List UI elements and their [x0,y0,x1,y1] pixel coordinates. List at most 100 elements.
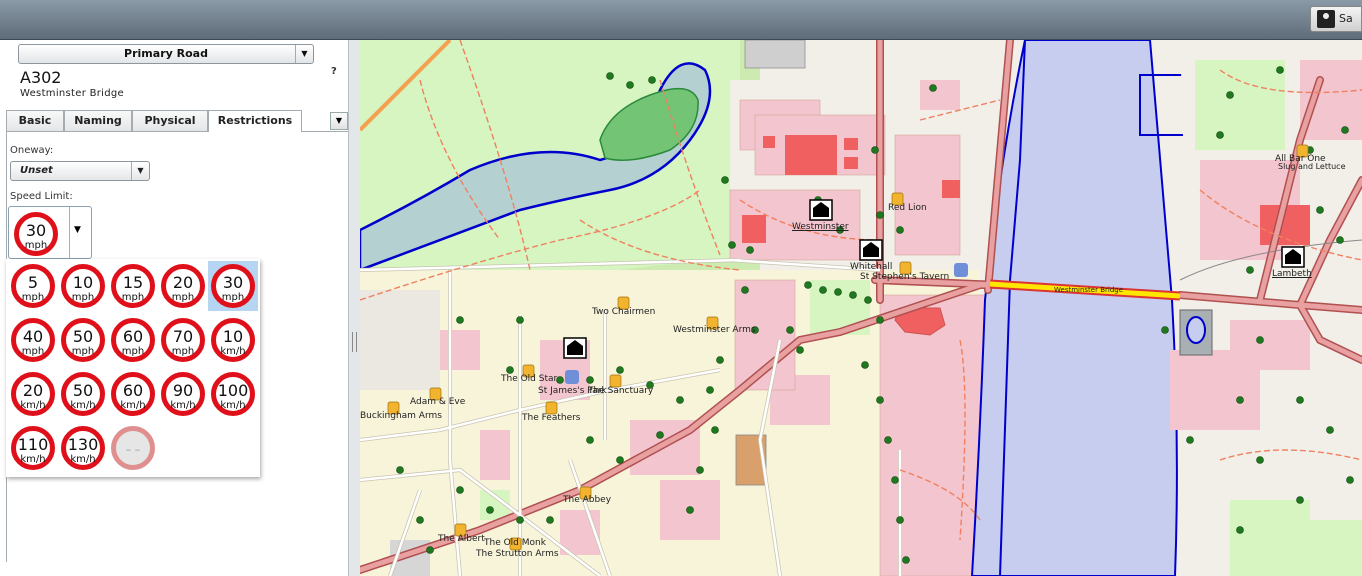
top-toolbar: Sa [0,0,1362,40]
speed-option[interactable]: 30 mph [208,261,258,311]
feature-editor-panel: Primary Road ▼ A302 Westminster Bridge ?… [0,40,360,576]
speed-option-unit: km/h [220,346,246,357]
tab-naming[interactable]: Naming [64,110,132,131]
map-label-strutton-arms: The Strutton Arms [476,549,559,559]
speed-sign-icon: 100 km/h [211,372,255,416]
tab-physical[interactable]: Physical [132,110,208,131]
speed-option[interactable]: 100 km/h [208,369,258,419]
chevron-down-icon: ▼ [131,162,149,180]
speed-sign-icon: 50 km/h [61,372,105,416]
speed-option-value: 20 [22,381,44,400]
help-icon[interactable]: ? [331,66,337,77]
speed-option-unit: km/h [20,454,46,465]
feature-name: Westminster Bridge [20,88,125,99]
speed-option[interactable]: 70 mph [158,315,208,365]
speed-limit-label: Speed Limit: [10,191,73,202]
map-label-whitehall: Whitehall [850,262,893,272]
speed-option-value: 100 [217,381,249,400]
save-button-label: Sa [1339,12,1353,25]
speed-option-value: 50 [72,381,94,400]
map-tiles [360,40,1362,576]
speed-option[interactable]: 50 km/h [58,369,108,419]
tab-menu-button[interactable]: ▼ [330,112,348,130]
speed-option[interactable]: 130 km/h [58,423,108,473]
speed-option-unit: km/h [120,400,146,411]
speed-option[interactable]: 90 km/h [158,369,208,419]
speed-option[interactable]: 10 mph [58,261,108,311]
speed-option-value: – – [125,443,141,456]
speed-option[interactable]: 20 mph [158,261,208,311]
map-label-slug-lettuce: Slug and Lettuce [1278,162,1346,171]
speed-option-unit: km/h [70,400,96,411]
speed-limit-dropdown: 5 mph 10 mph 15 mph 20 mph 30 mph 40 mph 50 mph 60 mph 7… [6,259,260,477]
speed-sign-icon: 30 mph [11,209,61,259]
map-label-adam-eve: Adam & Eve [410,397,466,407]
speed-option[interactable]: 60 km/h [108,369,158,419]
speed-option-unit: km/h [220,400,246,411]
map-label-abbey: The Abbey [563,495,612,505]
speed-sign-icon: 110 km/h [11,426,55,470]
speed-option-value: 110 [17,435,49,454]
speed-option[interactable]: 40 mph [8,315,58,365]
speed-option-value: 15 [122,273,144,292]
speed-option-value: 10 [222,327,244,346]
speed-option-unit: mph [71,346,95,357]
speed-option-value: 70 [172,327,194,346]
speed-option-unit: km/h [20,400,46,411]
speed-option-unit: mph [21,292,45,303]
map-label-st-stephens: St Stephen's Tavern [860,272,950,282]
speed-option-unit: mph [21,346,45,357]
oneway-value: Unset [20,165,53,176]
speed-option-value: 30 [222,273,244,292]
save-button[interactable]: Sa [1310,6,1362,32]
feature-type-value: Primary Road [124,47,208,60]
speed-sign-icon: 40 mph [11,318,55,362]
speed-option-value: 90 [172,381,194,400]
speed-option-value: 60 [122,327,144,346]
speed-option-unit: km/h [170,400,196,411]
speed-sign-icon: 10 mph [61,264,105,308]
grip-icon [352,332,357,352]
speed-sign-icon: 60 km/h [111,372,155,416]
tab-basic[interactable]: Basic [6,110,64,131]
map-label-westminster: Westminster [792,222,849,232]
tab-restrictions[interactable]: Restrictions [208,110,302,132]
speed-option-unit: mph [221,292,245,303]
speed-option[interactable]: 15 mph [108,261,158,311]
speed-option[interactable]: 10 km/h [208,315,258,365]
oneway-label: Oneway: [10,145,54,156]
speed-sign-icon: 20 mph [161,264,205,308]
map-label-albert: The Albert [438,534,485,544]
editor-tabs: Basic Naming Physical Restrictions ▼ [6,110,348,132]
panel-resize-handle[interactable] [348,40,360,576]
speed-option-unit: mph [121,346,145,357]
speed-option[interactable]: 50 mph [58,315,108,365]
map-label-lambeth: Lambeth [1272,269,1312,279]
feature-ref: A302 [20,68,62,87]
speed-option-value: 50 [72,327,94,346]
speed-option-value: 130 [67,435,99,454]
speed-option-value: 60 [122,381,144,400]
speed-option-unit: mph [171,292,195,303]
map-label-two-chairmen: Two Chairmen [592,307,656,317]
speed-option[interactable]: 20 km/h [8,369,58,419]
speed-sign-icon: 50 mph [61,318,105,362]
speed-sign-icon: 10 km/h [211,318,255,362]
feature-type-select[interactable]: Primary Road ▼ [18,44,314,64]
oneway-select[interactable]: Unset ▼ [10,161,150,181]
speed-option-value: 10 [72,273,94,292]
speed-sign-icon: 30 mph [211,264,255,308]
speed-sign-icon: 5 mph [11,264,55,308]
save-icon [1317,10,1335,28]
select-divider [69,207,70,258]
speed-option-unit: mph [171,346,195,357]
speed-option[interactable]: 60 mph [108,315,158,365]
map-canvas[interactable]: Westminster Red Lion Whitehall St Stephe… [360,40,1362,576]
chevron-down-icon: ▼ [335,116,343,125]
speed-option[interactable]: 5 mph [8,261,58,311]
speed-option[interactable]: 110 km/h [8,423,58,473]
speed-limit-select[interactable]: 30 mph ▼ [8,206,92,259]
map-label-bridge: Westminster Bridge [1054,286,1124,294]
speed-option[interactable]: – – [108,423,158,473]
speed-option-unit: mph [71,292,95,303]
